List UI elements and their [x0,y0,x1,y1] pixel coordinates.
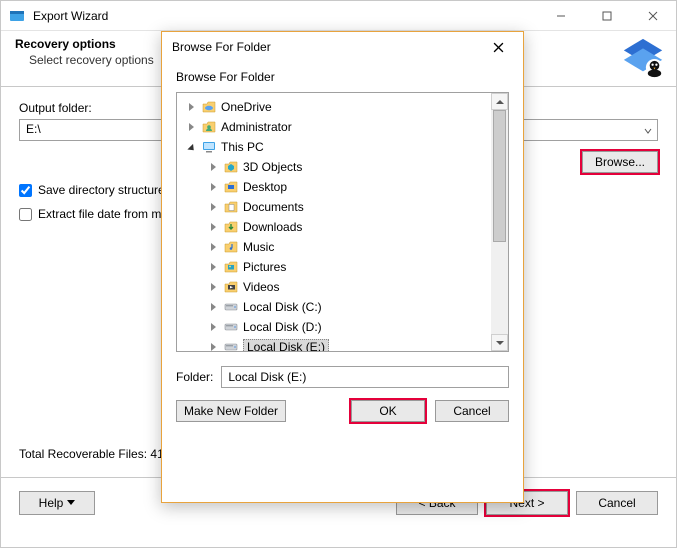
tree-item-label: Administrator [221,120,292,134]
folder-3d-icon [223,159,239,175]
expander-closed-icon[interactable] [207,181,219,193]
tree-item-label: Local Disk (C:) [243,300,322,314]
save-directory-structure-label: Save directory structure [38,183,165,197]
vertical-scrollbar[interactable] [491,93,508,351]
folder-doc-icon [223,199,239,215]
chevron-down-icon [643,125,653,135]
cancel-button[interactable]: Cancel [576,491,658,515]
tree-item[interactable]: Administrator [179,117,489,137]
extract-file-date-checkbox[interactable] [19,208,32,221]
drive-icon [223,319,239,335]
wizard-brand-icon [620,35,666,81]
window-title: Export Wizard [33,9,538,23]
chevron-down-icon [67,500,75,505]
save-directory-structure-checkbox[interactable] [19,184,32,197]
help-button[interactable]: Help [19,491,95,515]
scrollbar-down-button[interactable] [491,334,508,351]
tree-item-label: Desktop [243,180,287,194]
total-recoverable-files: Total Recoverable Files: 41 [19,447,164,461]
selected-folder-label: Folder: [176,370,213,384]
tree-item[interactable]: Downloads [179,217,489,237]
tree-item[interactable]: 3D Objects [179,157,489,177]
close-button[interactable] [630,1,676,30]
tree-item[interactable]: OneDrive [179,97,489,117]
folder-tree: OneDrive Administrator This PC 3D Objects De… [176,92,509,352]
tree-item[interactable]: Desktop [179,177,489,197]
tree-item[interactable]: Local Disk (E:) [179,337,489,351]
tree-item-label: Pictures [243,260,286,274]
tree-item[interactable]: Documents [179,197,489,217]
folder-down-icon [223,219,239,235]
expander-closed-icon[interactable] [207,221,219,233]
expander-closed-icon[interactable] [185,101,197,113]
tree-item-label: This PC [221,140,264,154]
folder-music-icon [223,239,239,255]
folder-tree-viewport[interactable]: OneDrive Administrator This PC 3D Objects De… [177,93,491,351]
help-button-label: Help [39,496,64,510]
output-folder-value: E:\ [26,122,41,136]
ok-button[interactable]: OK [351,400,425,422]
drive-icon [223,299,239,315]
this-pc-icon [201,139,217,155]
expander-closed-icon[interactable] [207,281,219,293]
window-controls [538,1,676,30]
tree-item-label: OneDrive [221,100,272,114]
tree-item[interactable]: Pictures [179,257,489,277]
expander-closed-icon[interactable] [207,161,219,173]
folder-desktop-icon [223,179,239,195]
tree-item-label: 3D Objects [243,160,302,174]
tree-item-label: Local Disk (D:) [243,320,322,334]
tree-item-label: Music [243,240,274,254]
expander-closed-icon[interactable] [207,301,219,313]
browse-button[interactable]: Browse... [582,151,658,173]
tree-item[interactable]: Videos [179,277,489,297]
scrollbar-thumb[interactable] [493,110,506,242]
expander-closed-icon[interactable] [207,241,219,253]
folder-pic-icon [223,259,239,275]
dialog-title: Browse For Folder [172,40,483,54]
tree-item-label: Documents [243,200,304,214]
tree-item-label: Downloads [243,220,302,234]
tree-item-label: Videos [243,280,279,294]
dialog-titlebar: Browse For Folder [162,32,523,62]
make-new-folder-button[interactable]: Make New Folder [176,400,286,422]
folder-cloud-icon [201,99,217,115]
app-icon [9,8,25,24]
expander-closed-icon[interactable] [185,121,197,133]
browse-for-folder-dialog: Browse For Folder Browse For Folder OneD… [161,31,524,503]
tree-item[interactable]: This PC [179,137,489,157]
maximize-button[interactable] [584,1,630,30]
minimize-button[interactable] [538,1,584,30]
dialog-close-button[interactable] [483,32,513,62]
drive-icon [223,339,239,351]
expander-open-icon[interactable] [185,141,197,153]
selected-folder-row: Folder: [162,352,523,400]
folder-video-icon [223,279,239,295]
expander-closed-icon[interactable] [207,341,219,351]
scrollbar-up-button[interactable] [491,93,508,110]
tree-item[interactable]: Local Disk (D:) [179,317,489,337]
expander-closed-icon[interactable] [207,201,219,213]
selected-folder-input[interactable] [221,366,509,388]
dialog-button-row: Make New Folder OK Cancel [162,400,523,436]
dialog-instruction: Browse For Folder [162,62,523,92]
folder-user-icon [201,119,217,135]
tree-item[interactable]: Music [179,237,489,257]
extract-file-date-label: Extract file date from m [38,207,161,221]
tree-item-label: Local Disk (E:) [243,339,329,351]
expander-closed-icon[interactable] [207,321,219,333]
tree-item[interactable]: Local Disk (C:) [179,297,489,317]
expander-closed-icon[interactable] [207,261,219,273]
dialog-cancel-button[interactable]: Cancel [435,400,509,422]
window-titlebar: Export Wizard [1,1,676,31]
